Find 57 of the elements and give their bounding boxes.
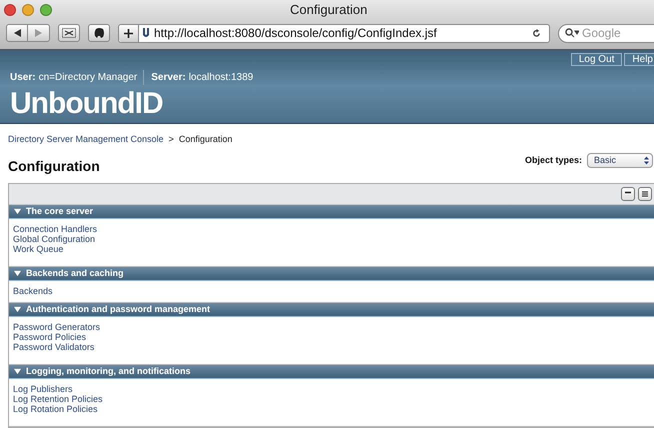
dropdown-arrows-icon [644,156,649,165]
config-link[interactable]: Global Configuration [13,234,96,244]
config-link[interactable]: Log Rotation Policies [13,404,98,414]
section-title: Backends and caching [26,266,124,280]
object-types-label: Object types: [524,154,582,167]
config-link[interactable]: Connection Handlers [13,224,98,234]
window-title: Configuration [290,1,368,20]
section-header[interactable]: Backends and caching [9,267,654,281]
snippet-button[interactable] [58,24,80,42]
address-bar[interactable]: http://localhost:8080/dsconsole/config/ConfigIndex.jsf [118,24,550,42]
plus-icon [124,28,133,38]
breadcrumb-text: Configuration [178,133,232,146]
add-bookmark-button[interactable] [119,24,139,42]
search-icon [565,28,579,38]
breadcrumb-link[interactable]: Directory Server Management Console [8,133,164,147]
user-name: cn=Directory Manager [38,70,144,86]
header-button[interactable]: Log Out [570,53,622,66]
user-label: User: [10,71,36,86]
server-label: Server: [151,71,186,86]
back-button[interactable] [6,24,28,42]
scissors-icon [62,28,76,38]
reload-icon[interactable] [532,28,541,38]
right-arrow-icon [35,29,42,37]
page-title: Configuration [8,157,100,176]
url-text: http://localhost:8080/dsconsole/config/ConfigIndex.jsf [154,25,438,42]
collapse-all-button[interactable] [621,187,635,201]
section-header[interactable]: The core server [9,205,654,219]
expanded-triangle-icon[interactable] [14,270,21,277]
expanded-triangle-icon[interactable] [14,368,21,375]
section-header[interactable]: Logging, monitoring, and notifications [9,365,654,379]
config-link[interactable]: Backends [13,286,53,296]
expanded-triangle-icon[interactable] [14,208,21,215]
config-link[interactable]: Log Retention Policies [13,394,103,404]
config-link[interactable]: Log Publishers [13,384,73,394]
breadcrumb-text: > [168,133,174,146]
section-title: Authentication and password management [26,302,210,316]
config-link[interactable]: Work Queue [13,244,64,254]
config-link[interactable]: Password Generators [13,322,100,332]
config-link[interactable]: Password Validators [13,342,94,352]
object-types-dropdown[interactable]: Basic [587,153,653,168]
close-window-icon[interactable] [4,4,16,16]
search-field[interactable]: Google [558,24,654,42]
section-title: Logging, monitoring, and notifications [26,364,190,378]
left-arrow-icon [14,29,20,37]
section-title: The core server [26,204,94,218]
config-link[interactable]: Password Policies [13,332,86,342]
search-input[interactable]: Google [582,24,654,42]
site-favicon-icon [142,28,150,38]
header-button[interactable]: Help [624,53,654,66]
server-name: localhost:1389 [188,71,254,86]
section-header[interactable]: Authentication and password management [9,303,654,317]
zoom-window-icon[interactable] [40,4,52,16]
expanded-triangle-icon[interactable] [14,306,21,313]
logo: UnboundID [10,87,163,122]
minimize-window-icon[interactable] [22,4,34,16]
lines-icon [642,191,648,197]
expand-all-button[interactable] [638,187,652,201]
